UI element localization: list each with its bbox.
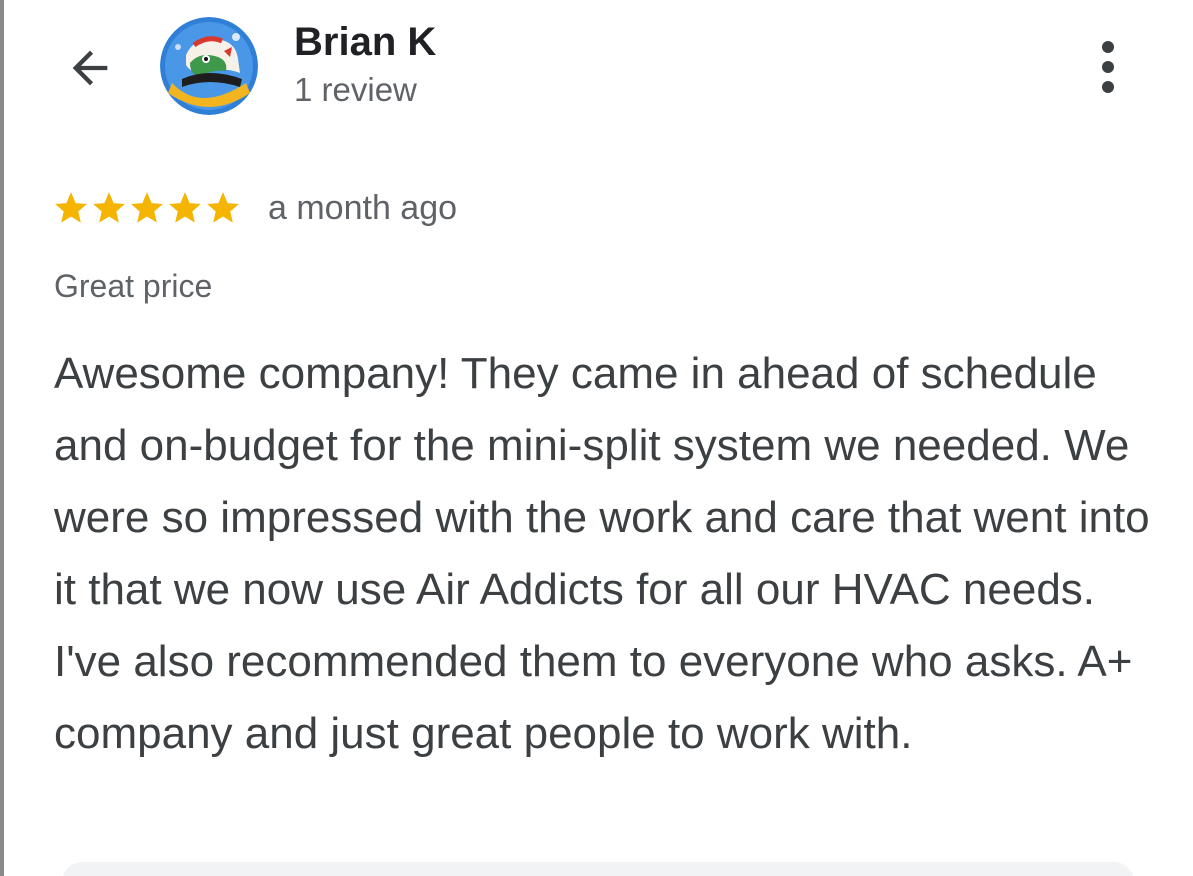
avatar[interactable] — [160, 17, 258, 115]
review-text: Awesome company! They came in ahead of s… — [54, 349, 1150, 758]
star-rating — [52, 189, 242, 227]
star-icon — [55, 192, 87, 223]
next-card-edge — [62, 862, 1134, 876]
star-icon — [207, 192, 239, 223]
user-avatar-illustration — [160, 17, 258, 115]
more-vertical-icon — [1102, 41, 1114, 93]
arrow-back-icon — [72, 50, 108, 86]
more-options-button[interactable] — [1082, 34, 1134, 100]
back-button[interactable] — [58, 36, 122, 100]
review-highlight: Great price — [54, 268, 213, 304]
reviewer-name[interactable]: Brian K — [294, 20, 436, 65]
star-icon — [93, 192, 125, 223]
review-page: Brian K 1 review a month ago Great price… — [0, 0, 1193, 876]
rating-row: a month ago — [52, 186, 457, 230]
reviewer-review-count: 1 review — [294, 71, 417, 108]
star-icon — [169, 192, 201, 223]
review-time: a month ago — [268, 188, 458, 227]
star-icon — [131, 192, 163, 223]
window-edge — [0, 0, 4, 876]
